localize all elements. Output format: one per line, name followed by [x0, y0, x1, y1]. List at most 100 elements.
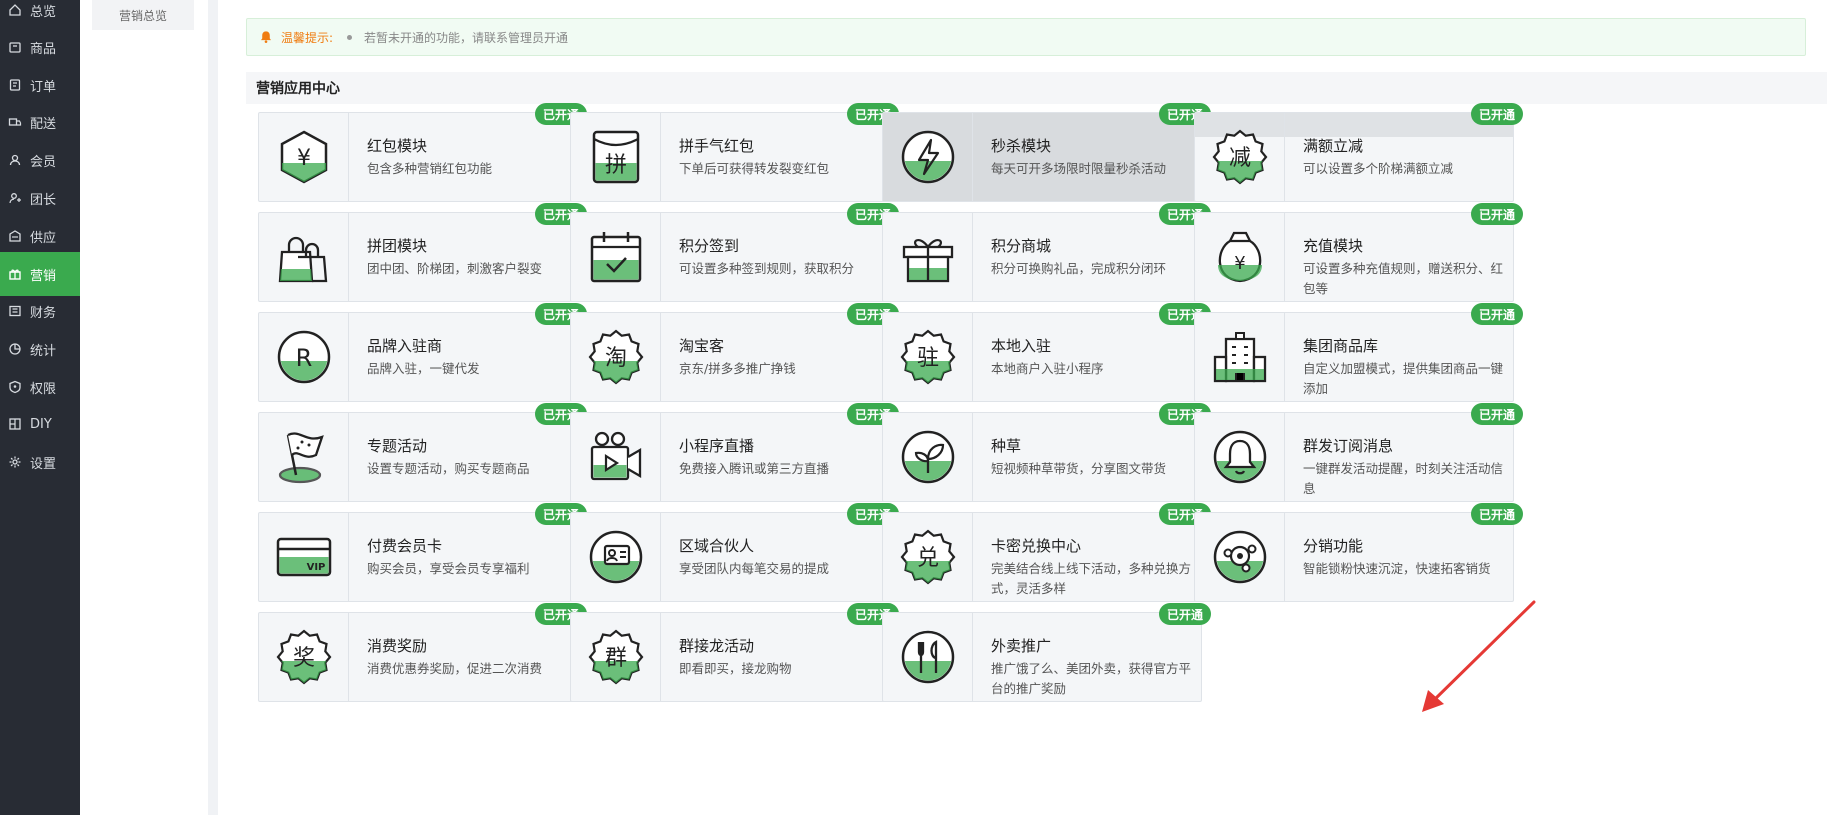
- app-card-exchange[interactable]: 兑卡密兑换中心 完美结合线上线下活动，多种兑换方式，灵活多样 已开通: [882, 503, 1211, 602]
- notice-title: 温馨提示:: [281, 30, 334, 45]
- reward-icon: 奖: [276, 629, 331, 685]
- sidebar-item-label: 设置: [30, 456, 57, 472]
- card-icon-box: 拼: [571, 113, 661, 201]
- local-icon: 驻: [900, 329, 955, 385]
- card-title: 积分商城: [991, 237, 1052, 255]
- app-card-distribution[interactable]: 分销功能 智能锁粉快速沉淀，快速拓客销货 已开通: [1194, 503, 1523, 602]
- svg-text:拼: 拼: [604, 153, 626, 178]
- card-title: 付费会员卡: [367, 537, 443, 555]
- card-title: 拼团模块: [367, 237, 428, 255]
- app-card-local[interactable]: 驻本地入驻 本地商户入驻小程序 已开通: [882, 303, 1211, 402]
- svg-text:R: R: [295, 344, 312, 372]
- card-icon-box: [1195, 413, 1285, 501]
- app-card-partner[interactable]: 区域合伙人 享受团队内每笔交易的提成 已开通: [570, 503, 899, 602]
- card-icon-box: [571, 513, 661, 601]
- app-card-group-buy[interactable]: 拼团模块 团中团、阶梯团，刺激客户裂变 已开通: [258, 203, 587, 302]
- card-icon-box: 群: [571, 613, 661, 701]
- app-card-bell[interactable]: 群发订阅消息 一键群发活动提醒，时刻关注活动信息 已开通: [1194, 403, 1523, 502]
- card-description: 京东/拼多多推广挣钱: [679, 361, 796, 376]
- app-card-discount[interactable]: 减 满额立减 可以设置多个阶梯满额立减 已开通: [1194, 103, 1523, 202]
- status-badge: 已开通: [1470, 203, 1523, 225]
- card-description: 可设置多种充值规则，赠送积分、红包等: [1303, 261, 1504, 296]
- card-icon-box: [1195, 313, 1285, 401]
- card-icon-box: 淘: [571, 313, 661, 401]
- sidebar-item-label: 订单: [30, 79, 57, 95]
- goods-icon: [8, 40, 22, 54]
- lucky-packet-icon: 拼: [592, 130, 639, 184]
- card-icon-box: R: [259, 313, 349, 401]
- app-card-sprout[interactable]: 种草 短视频种草带货，分享图文带货 已开通: [882, 403, 1211, 502]
- flag-icon: [278, 432, 324, 484]
- card-icon-box: [571, 413, 661, 501]
- card-title: 区域合伙人: [679, 537, 755, 555]
- red-packet-icon: ¥: [280, 130, 327, 184]
- building-icon: [1213, 332, 1266, 383]
- card-icon-box: ¥: [1195, 213, 1285, 301]
- notice-text: 若暂未开通的功能，请联系管理员开通: [364, 30, 569, 45]
- app-card-live[interactable]: 小程序直播 免费接入腾讯或第三方直播 已开通: [570, 403, 899, 502]
- app-card-red-packet[interactable]: ¥ 红包模块 包含多种营销红包功能 已开通: [258, 103, 587, 202]
- notice-bar: 温馨提示: 若暂未开通的功能，请联系管理员开通: [246, 18, 1806, 56]
- app-card-gift[interactable]: 积分商城 积分可换购礼品，完成积分闭环 已开通: [882, 203, 1211, 302]
- status-badge: 已开通: [1470, 103, 1523, 125]
- card-title: 专题活动: [367, 437, 428, 455]
- sidebar-item-label: DIY: [30, 416, 52, 432]
- card-description: 免费接入腾讯或第三方直播: [679, 461, 830, 476]
- card-description: 可以设置多个阶梯满额立减: [1303, 161, 1454, 176]
- sidebar-item-12[interactable]: 设置: [0, 440, 80, 484]
- card-title: 淘宝客: [679, 337, 725, 355]
- sidebar-item-label: 配送: [30, 116, 57, 132]
- app-card-flag[interactable]: 专题活动 设置专题活动，购买专题商品 已开通: [258, 403, 587, 502]
- sidebar-item-label: 营销: [30, 268, 57, 284]
- app-card-vip-card[interactable]: VIP 付费会员卡 购买会员，享受会员专享福利 已开通: [258, 503, 587, 602]
- app-card-recharge[interactable]: ¥ 充值模块可设置多种充值规则，赠送积分、红包等 已开通: [1194, 203, 1523, 302]
- app-card-taobao[interactable]: 淘淘宝客 京东/拼多多推广挣钱 已开通: [570, 303, 899, 402]
- app-card-takeout[interactable]: 外卖推广 推广饿了么、美团外卖，获得官方平台的推广奖励 已开通: [882, 603, 1211, 702]
- app-card-checkin[interactable]: 积分签到 可设置多种签到规则，获取积分 已开通: [570, 203, 899, 302]
- card-title: 集团商品库: [1303, 337, 1379, 355]
- section-title: 营销应用中心: [256, 81, 340, 97]
- card-description: 推广饿了么、美团外卖，获得官方平台的推广奖励: [991, 661, 1192, 696]
- red-arrow-annotation: [1422, 600, 1536, 712]
- card-icon-box: [883, 113, 973, 201]
- card-description: 设置专题活动，购买专题商品: [367, 461, 530, 476]
- card-icon-box: 兑: [883, 513, 973, 601]
- status-badge: 已开通: [1158, 603, 1211, 625]
- card-title: 群接龙活动: [679, 637, 755, 655]
- app-card-solitaire[interactable]: 群群接龙活动 即看即买，接龙购物 已开通: [570, 603, 899, 702]
- card-description: 自定义加盟模式，提供集团商品一键添加: [1303, 361, 1504, 396]
- subnav-item-marketing-overview[interactable]: 营销总览: [92, 0, 194, 30]
- sidebar-item-label: 团长: [30, 192, 57, 208]
- card-description: 团中团、阶梯团，刺激客户裂变: [367, 261, 543, 276]
- app-card-brand[interactable]: R 品牌入驻商 品牌入驻，一键代发 已开通: [258, 303, 587, 402]
- bell-icon: [1213, 430, 1266, 484]
- settings-icon: [8, 455, 22, 469]
- sidebar-item-label: 总览: [30, 4, 57, 20]
- stats-icon: [8, 342, 22, 356]
- status-badge: 已开通: [1470, 503, 1523, 525]
- card-description: 每天可开多场限时限量秒杀活动: [991, 161, 1167, 176]
- leader-icon: [8, 191, 22, 205]
- card-title: 充值模块: [1303, 237, 1364, 255]
- svg-text:驻: 驻: [916, 346, 938, 371]
- app-card-lucky-packet[interactable]: 拼拼手气红包 下单后可获得转发裂变红包 已开通: [570, 103, 899, 202]
- partner-icon: [589, 530, 642, 584]
- recharge-icon: ¥: [1217, 231, 1262, 283]
- app-card-building[interactable]: 集团商品库自定义加盟模式，提供集团商品一键添加 已开通: [1194, 303, 1523, 402]
- card-description: 包含多种营销红包功能: [367, 161, 493, 176]
- diy-icon: [8, 417, 22, 431]
- card-title: 拼手气红包: [679, 137, 755, 155]
- sidebar-item-label: 统计: [30, 343, 57, 359]
- card-description: 品牌入驻，一键代发: [367, 361, 480, 376]
- sprout-icon: [901, 430, 954, 484]
- sidebar: 总览 商品 订单 配送 会员 团长 供应 营销 财务 统计 权限 DIY 设置: [0, 0, 80, 815]
- app-card-reward[interactable]: 奖消费奖励 消费优惠券奖励，促进二次消费 已开通: [258, 603, 587, 702]
- sidebar-item-label: 财务: [30, 305, 57, 321]
- status-badge: 已开通: [1470, 303, 1523, 325]
- card-title: 种草: [991, 437, 1022, 455]
- main-content: 温馨提示: 若暂未开通的功能，请联系管理员开通 营销应用中心 ¥ 红包模块 包含多种…: [218, 0, 1827, 815]
- app-card-flash-sale[interactable]: 秒杀模块 每天可开多场限时限量秒杀活动 已开通: [882, 103, 1211, 202]
- card-description: 下单后可获得转发裂变红包: [679, 161, 830, 176]
- section-header: 营销应用中心: [246, 72, 1827, 104]
- sidebar-item-label: 会员: [30, 154, 57, 170]
